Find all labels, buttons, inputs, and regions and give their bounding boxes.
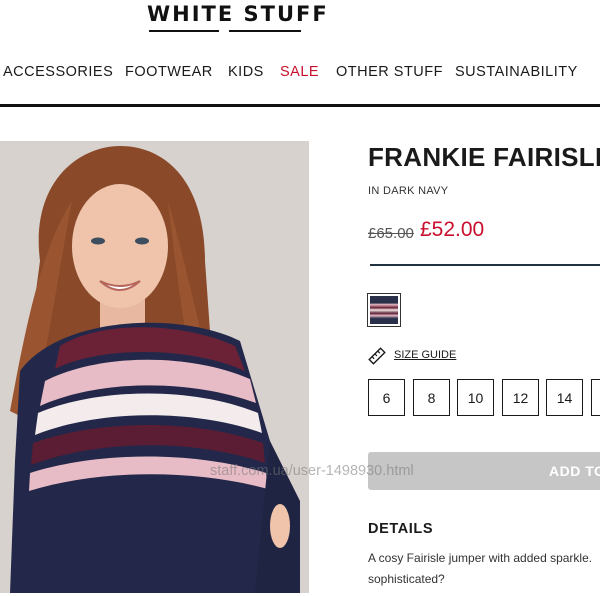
nav-item-other-stuff[interactable]: OTHER STUFF xyxy=(336,64,443,80)
product-image[interactable] xyxy=(0,141,309,593)
size-option-partial[interactable] xyxy=(591,379,600,416)
nav-item-accessories[interactable]: ACCESSORIES xyxy=(3,64,113,80)
model-photo-illustration xyxy=(0,141,309,593)
main-navigation: ACCESSORIES FOOTWEAR KIDS SALE OTHER STU… xyxy=(0,64,600,84)
size-guide-label: SIZE GUIDE xyxy=(394,349,457,361)
size-option-8[interactable]: 8 xyxy=(413,379,450,416)
nav-item-footwear[interactable]: FOOTWEAR xyxy=(125,64,213,80)
add-to-bag-label: ADD TO xyxy=(549,463,600,479)
logo-text: WHITE STUFF xyxy=(147,2,329,26)
header-divider xyxy=(0,104,600,107)
product-title: FRANKIE FAIRISLE xyxy=(368,142,600,172)
details-line: A cosy Fairisle jumper with added sparkl… xyxy=(368,551,593,565)
fairisle-pattern-swatch-icon xyxy=(370,296,398,324)
size-option-12[interactable]: 12 xyxy=(502,379,539,416)
product-colour-name: IN DARK NAVY xyxy=(368,185,449,197)
brand-logo[interactable]: WHITE STUFF xyxy=(147,2,327,36)
details-description: A cosy Fairisle jumper with added sparkl… xyxy=(368,548,600,590)
watermark-text: staff.com.ua/user-1498930.html xyxy=(210,463,414,479)
details-heading: DETAILS xyxy=(368,521,434,537)
sale-price: £52.00 xyxy=(420,218,485,241)
logo-underline xyxy=(149,30,219,32)
nav-item-sustainability[interactable]: SUSTAINABILITY xyxy=(455,64,578,80)
size-option-14[interactable]: 14 xyxy=(546,379,583,416)
original-price: £65.00 xyxy=(368,225,414,242)
nav-item-sale[interactable]: SALE xyxy=(280,64,319,80)
size-option-6[interactable]: 6 xyxy=(368,379,405,416)
colour-swatch-dark-navy[interactable] xyxy=(367,293,401,327)
size-option-10[interactable]: 10 xyxy=(457,379,494,416)
price-divider xyxy=(370,264,600,266)
logo-underline xyxy=(229,30,301,32)
nav-item-kids[interactable]: KIDS xyxy=(228,64,264,80)
details-line: sophisticated? xyxy=(368,572,445,586)
ruler-icon xyxy=(368,347,386,365)
